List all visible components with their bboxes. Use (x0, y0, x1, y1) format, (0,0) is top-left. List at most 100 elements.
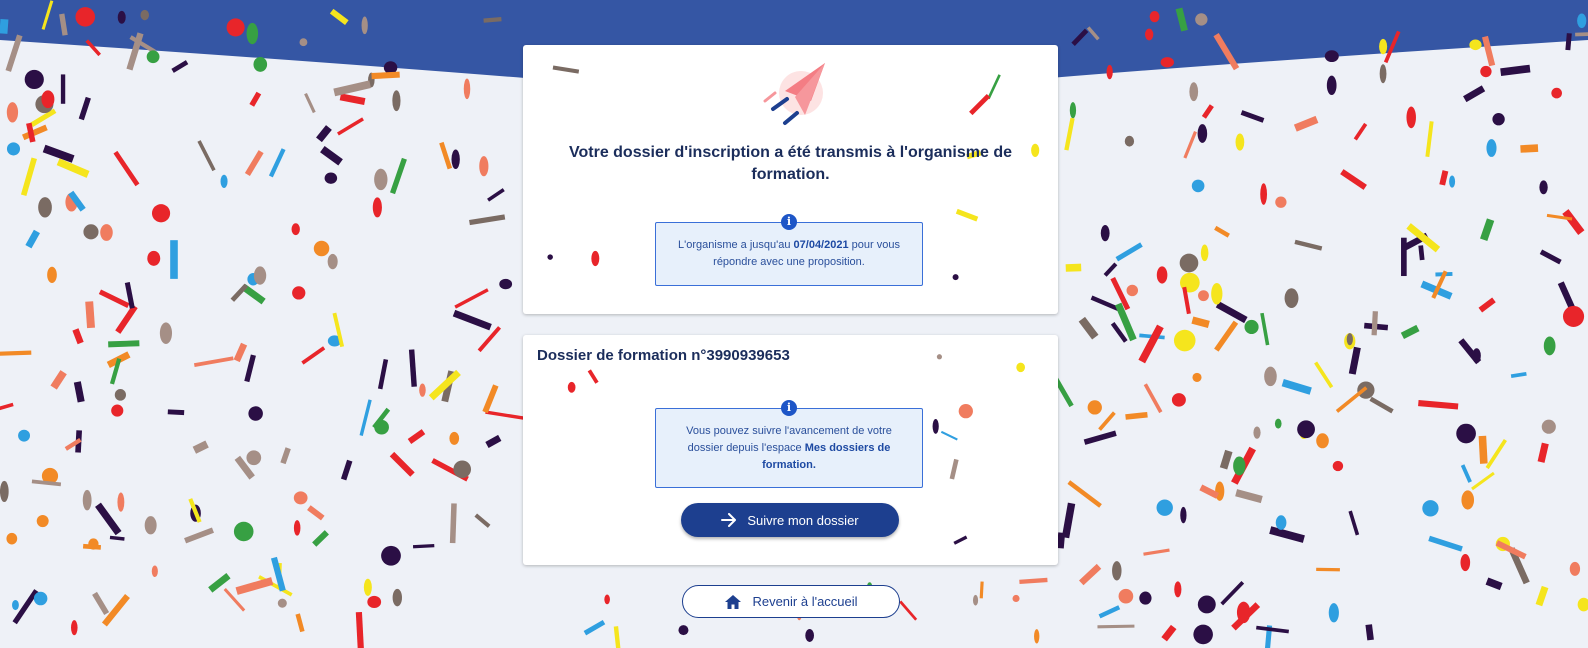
confetti-piece (220, 174, 228, 188)
confetti-piece (1193, 624, 1213, 645)
confetti-piece (1314, 361, 1334, 389)
confetti-piece (1425, 121, 1434, 157)
confetti-piece (449, 431, 460, 445)
confetti-piece (953, 535, 968, 545)
confetti-piece (291, 223, 300, 236)
confetti-piece (324, 172, 338, 184)
confetti-piece (1125, 411, 1148, 420)
confetti-piece (1019, 577, 1048, 585)
confetti-piece (24, 69, 44, 90)
confetti-piece (60, 74, 66, 104)
confetti-piece (1180, 506, 1187, 524)
confetti-piece (0, 480, 9, 503)
confetti-piece (1097, 624, 1135, 629)
confetti-piece (1087, 400, 1102, 415)
confetti-piece (1422, 500, 1439, 517)
confetti-piece (1173, 329, 1196, 352)
confetti-piece (1145, 28, 1154, 41)
confetti-piece (1480, 218, 1495, 241)
confetti-piece (1078, 563, 1102, 586)
confetti-piece (1326, 75, 1337, 96)
confetti-piece (1463, 85, 1486, 103)
confetti-piece (12, 599, 19, 611)
confetti-piece (117, 10, 126, 24)
confetti-piece (1260, 312, 1270, 346)
confetti-piece (487, 188, 505, 202)
confetti-piece (1160, 57, 1174, 68)
confetti-piece (230, 283, 249, 302)
confetti-piece (1112, 561, 1122, 581)
confetti-piece (277, 598, 287, 608)
confetti-piece (140, 9, 150, 21)
confetti-piece (972, 594, 979, 606)
confetti-piece (1379, 64, 1387, 84)
confetti-piece (1562, 209, 1585, 235)
confetti-piece (42, 144, 75, 163)
confetti-piece (33, 591, 48, 606)
confetti-piece (1244, 319, 1259, 335)
confetti-piece (41, 90, 55, 109)
confetti-piece (374, 419, 389, 435)
confetti-piece (1012, 594, 1020, 602)
confetti-piece (75, 7, 96, 27)
confetti-piece (108, 340, 140, 348)
confetti-piece (339, 93, 366, 105)
confetti-piece (111, 404, 124, 417)
back-home-button[interactable]: Revenir à l'accueil (682, 585, 900, 618)
confetti-piece (301, 346, 326, 365)
confetti-piece (144, 516, 157, 535)
confetti-piece (1189, 82, 1199, 102)
confetti-piece (109, 535, 125, 541)
confetti-piece (1211, 282, 1223, 305)
confetti-piece (1332, 460, 1344, 472)
confetti-piece (73, 381, 85, 403)
confetti-piece (253, 56, 268, 72)
confetti-piece (1346, 333, 1353, 346)
confetti-piece (36, 515, 49, 528)
confetti-piece (151, 204, 171, 223)
confetti-piece (1174, 581, 1182, 598)
confetti-piece (1539, 249, 1562, 265)
confetti-piece (192, 440, 209, 454)
confetti-piece (147, 250, 161, 266)
confetti-piece (412, 544, 435, 549)
confetti-piece (1256, 625, 1290, 634)
info-icon: i (781, 400, 797, 416)
confetti-piece (184, 527, 214, 544)
confetti-piece (337, 117, 364, 136)
confetti-piece (474, 513, 491, 528)
confetti-piece (1098, 605, 1121, 619)
confetti-piece (389, 451, 415, 477)
confetti-piece (304, 92, 316, 114)
confetti-piece (482, 384, 499, 414)
dossier-title: Dossier de formation n°3990939653 (537, 347, 790, 364)
confetti-piece (1469, 39, 1482, 51)
confetti-piece (56, 158, 90, 178)
confetti-piece (407, 429, 426, 444)
confetti-piece (1138, 324, 1164, 364)
confetti-piece (1235, 489, 1263, 504)
confetti-piece (0, 18, 9, 34)
confetti-piece (82, 489, 92, 511)
confetti-piece (171, 60, 189, 73)
confetti-piece (280, 447, 291, 465)
confetti-piece (949, 458, 959, 480)
confetti-piece (363, 578, 372, 596)
confetti-piece (1562, 305, 1585, 327)
confetti-piece (1197, 595, 1216, 614)
confetti-piece (1240, 110, 1265, 123)
confetti-piece (333, 80, 372, 97)
follow-dossier-button[interactable]: Suivre mon dossier (681, 503, 899, 537)
confetti-piece (233, 342, 248, 363)
confetti-piece (1316, 567, 1340, 572)
confetti-piece (1353, 122, 1368, 141)
confetti-piece (408, 349, 417, 387)
confetti-piece (390, 157, 407, 195)
confetti-piece (1539, 180, 1548, 195)
confetti-piece (1510, 371, 1527, 379)
follow-dossier-label: Suivre mon dossier (747, 512, 859, 528)
confetti-piece (159, 322, 173, 344)
confetti-piece (1461, 490, 1475, 510)
confetti-piece (316, 125, 332, 143)
confetti-piece (1264, 366, 1277, 387)
